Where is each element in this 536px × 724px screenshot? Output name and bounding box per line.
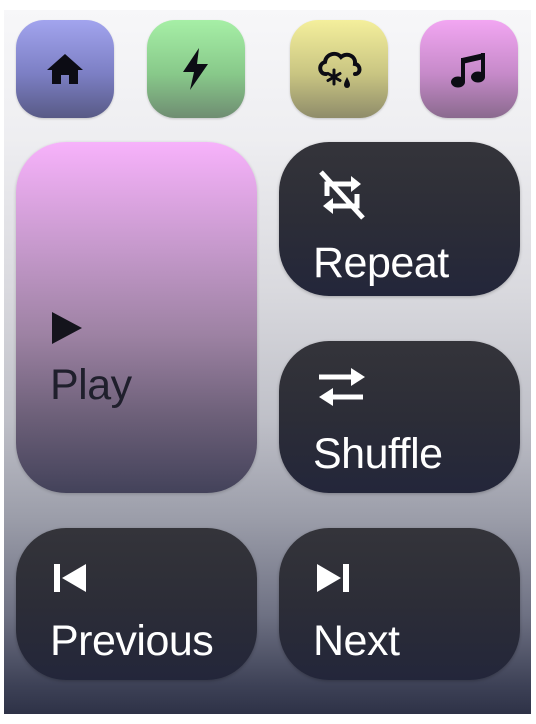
play-icon (52, 312, 82, 344)
previous-button[interactable]: Previous (16, 528, 257, 680)
repeat-off-icon (319, 170, 365, 220)
play-label: Play (50, 361, 132, 409)
shuffle-button[interactable]: Shuffle (279, 341, 520, 493)
next-label: Next (313, 617, 400, 665)
home-tab[interactable] (16, 20, 114, 118)
cloud-snow-rain-icon (318, 51, 362, 88)
music-tab[interactable] (420, 20, 518, 118)
weather-tab[interactable] (290, 20, 388, 118)
play-button[interactable]: Play (16, 142, 257, 493)
music-note-icon (451, 53, 485, 88)
shuffle-label: Shuffle (313, 430, 443, 478)
home-icon (47, 54, 83, 84)
shuffle-icon (319, 368, 365, 406)
repeat-button[interactable]: Repeat (279, 142, 520, 296)
skip-previous-icon (54, 564, 86, 592)
media-control-screen: Play Repeat Shuffle Previous Next (4, 10, 531, 714)
skip-next-icon (317, 564, 349, 592)
next-button[interactable]: Next (279, 528, 520, 680)
repeat-label: Repeat (313, 239, 449, 287)
energy-tab[interactable] (147, 20, 245, 118)
previous-label: Previous (50, 617, 214, 665)
lightning-icon (183, 48, 208, 90)
